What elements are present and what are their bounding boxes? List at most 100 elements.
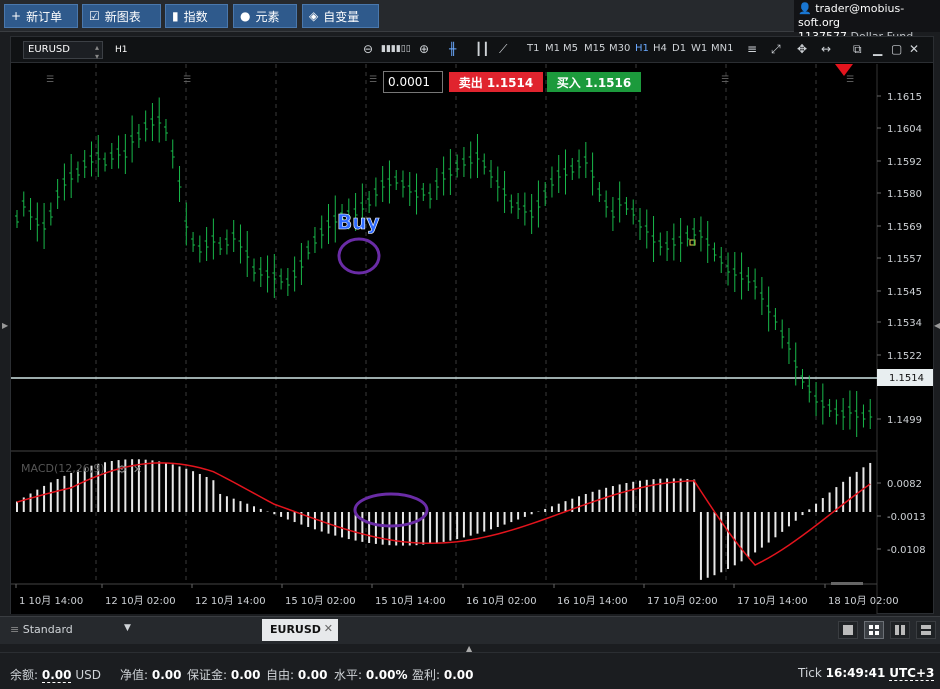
- line-chart-type-icon[interactable]: ⟋: [499, 42, 507, 57]
- tab-timeframe-mn1[interactable]: MN1: [711, 43, 733, 54]
- user-icon: 👤: [798, 2, 812, 15]
- free-margin: 自由: 0.00: [266, 668, 328, 682]
- timeframe-label: H1: [115, 44, 128, 55]
- time-tick-label: 17 10月 14:00: [737, 595, 808, 607]
- balance: 余额: 0.00 USD: [10, 668, 101, 683]
- tab-timeframe-h1[interactable]: H1: [635, 43, 649, 54]
- account-panel[interactable]: 👤 trader@mobius-soft.org 1137577 Dollar …: [794, 0, 940, 43]
- price-tick-label: 1.1580: [887, 189, 922, 200]
- tab-timeframe-d1[interactable]: D1: [672, 43, 686, 54]
- chevron-down-icon: ▼: [124, 623, 131, 633]
- tab-timeframe-m5[interactable]: M5: [563, 43, 578, 54]
- time-tick-label: 1 10月 14:00: [19, 595, 83, 607]
- zoom-in-icon[interactable]: ⊕: [419, 42, 429, 56]
- price-tick-label: 1.1545: [887, 287, 922, 298]
- new-order-button[interactable]: + 新订单: [4, 4, 78, 28]
- equity: 净值: 0.00: [120, 668, 182, 682]
- session-marker-icon: ☰: [721, 75, 729, 85]
- bar-chart-type-icon[interactable]: ╫: [449, 42, 456, 56]
- tab-timeframe-h4[interactable]: H4: [653, 43, 667, 54]
- time-tick-label: 12 10月 02:00: [105, 595, 176, 607]
- buy-annotation-label: Buy: [337, 210, 380, 234]
- status-bar: 余额: 0.00 USD 净值: 0.00 保证金: 0.00 自由: 0.00…: [0, 652, 940, 689]
- plus-icon: +: [11, 9, 22, 23]
- time-tick-label: 15 10月 14:00: [375, 595, 446, 607]
- horizontal-scrollbar: [831, 582, 863, 585]
- draw-line-icon[interactable]: ⤢: [771, 42, 781, 57]
- price-tick-label: 1.1604: [887, 124, 922, 135]
- elements-button[interactable]: ● 元素: [233, 4, 297, 28]
- layout-columns-button[interactable]: [890, 621, 910, 639]
- price-chart[interactable]: ☰☰☰☰☰☰1.16151.16041.15921.15801.15691.15…: [11, 64, 933, 614]
- tab-timeframe-m30[interactable]: M30: [609, 43, 630, 54]
- indicator-label: MACD(12,26,9): [21, 462, 105, 475]
- margin: 保证金: 0.00: [187, 668, 261, 682]
- price-tick-label: 1.1534: [887, 318, 922, 329]
- account-user: trader@mobius-soft.org: [798, 2, 905, 29]
- time-tick-label: 12 10月 14:00: [195, 595, 266, 607]
- profit: 盈利: 0.00: [412, 668, 474, 682]
- session-marker-icon: ☰: [846, 75, 854, 85]
- top-toolbar: + 新订单 ☑ 新图表 ▮ 指数 ● 元素 ◈ 自变量 👤 trader@mob…: [0, 0, 940, 43]
- close-tab-icon[interactable]: ✕: [324, 622, 333, 635]
- price-tick-label: 1.1522: [887, 351, 922, 362]
- time-tick-label: 17 10月 02:00: [647, 595, 718, 607]
- zoom-slider[interactable]: ▮▮▮▮▯▯: [381, 44, 411, 54]
- price-tick-label: 1.1557: [887, 254, 922, 265]
- maximize-icon[interactable]: ▢: [891, 42, 902, 56]
- buy-button[interactable]: 买入 1.1516: [547, 72, 641, 92]
- detach-icon[interactable]: ⧉: [853, 42, 862, 57]
- variables-button[interactable]: ◈ 自变量: [302, 4, 379, 28]
- left-arrow-icon[interactable]: ▶: [2, 321, 8, 330]
- sell-button[interactable]: 卖出 1.1514: [449, 72, 543, 92]
- shapes-icon: ●: [240, 9, 251, 23]
- layout-single-button[interactable]: [838, 621, 858, 639]
- new-chart-button[interactable]: ☑ 新图表: [82, 4, 161, 28]
- layout-rows-button[interactable]: [916, 621, 936, 639]
- candle-chart-type-icon[interactable]: ┃┃: [475, 42, 489, 56]
- left-edge: ▶: [0, 36, 10, 614]
- time-tick-label: 15 10月 02:00: [285, 595, 356, 607]
- right-edge: ◀: [934, 36, 940, 614]
- crosshair-icon[interactable]: ✥: [797, 42, 807, 56]
- tab-timeframe-w1[interactable]: W1: [691, 43, 707, 54]
- price-tick-label: 1.1592: [887, 157, 922, 168]
- tab-eurusd[interactable]: EURUSD ✕: [262, 619, 338, 641]
- current-price-label: 1.1514: [889, 373, 924, 384]
- tab-timeframe-m1[interactable]: M1: [545, 43, 560, 54]
- session-marker-icon: ☰: [183, 75, 191, 85]
- layout-buttons: [838, 621, 936, 639]
- close-icon[interactable]: ✕: [909, 42, 919, 56]
- balance-value[interactable]: 0.00: [41, 668, 72, 683]
- margin-level: 水平: 0.00%: [334, 668, 408, 682]
- lot-input[interactable]: 0.0001: [383, 71, 443, 93]
- bar-chart-icon: ▮: [172, 9, 179, 23]
- macd-tick-label: -0.0013: [887, 512, 926, 523]
- price-tick-label: 1.1499: [887, 415, 922, 426]
- minimize-icon[interactable]: ▁: [873, 42, 882, 56]
- indicators-button[interactable]: ▮ 指数: [165, 4, 228, 28]
- tab-timeframe-m15[interactable]: M15: [584, 43, 605, 54]
- tab-timeframe-t1[interactable]: T1: [527, 43, 539, 54]
- symbol-select[interactable]: EURUSD ▴ ▾: [23, 40, 103, 61]
- chevron-updown-icon: ▴ ▾: [94, 42, 99, 61]
- indicator-close-icon: ✕: [133, 463, 142, 476]
- hline-icon[interactable]: ↔: [821, 42, 831, 56]
- session-marker-icon: ☰: [369, 75, 377, 85]
- timezone-select[interactable]: UTC+3: [889, 666, 935, 681]
- right-arrow-icon[interactable]: ◀: [934, 321, 940, 330]
- indicator-settings-icon: ⚙: [117, 463, 127, 476]
- indicator-f-icon[interactable]: ≡: [747, 42, 757, 56]
- macd-tick-label: -0.0108: [887, 545, 926, 556]
- zoom-out-icon[interactable]: ⊖: [363, 42, 373, 56]
- chart-window: EURUSD ▴ ▾ H1 ⊖ ▮▮▮▮▯▯ ⊕ ╫ ┃┃ ⟋ T1 M1 M5 M15…: [10, 36, 934, 614]
- time-tick-label: 16 10月 02:00: [466, 595, 537, 607]
- chart-toolbar: EURUSD ▴ ▾ H1: [11, 37, 933, 63]
- price-tick-label: 1.1569: [887, 222, 922, 233]
- layout-grip-icon: ≡: [10, 623, 20, 636]
- layout-grid-button[interactable]: [864, 621, 884, 639]
- time-tick-label: 18 10月 02:00: [828, 595, 899, 607]
- chart-icon: ☑: [89, 9, 100, 23]
- layout-select[interactable]: ≡ Standard ▼: [2, 620, 162, 640]
- price-tick-label: 1.1615: [887, 92, 922, 103]
